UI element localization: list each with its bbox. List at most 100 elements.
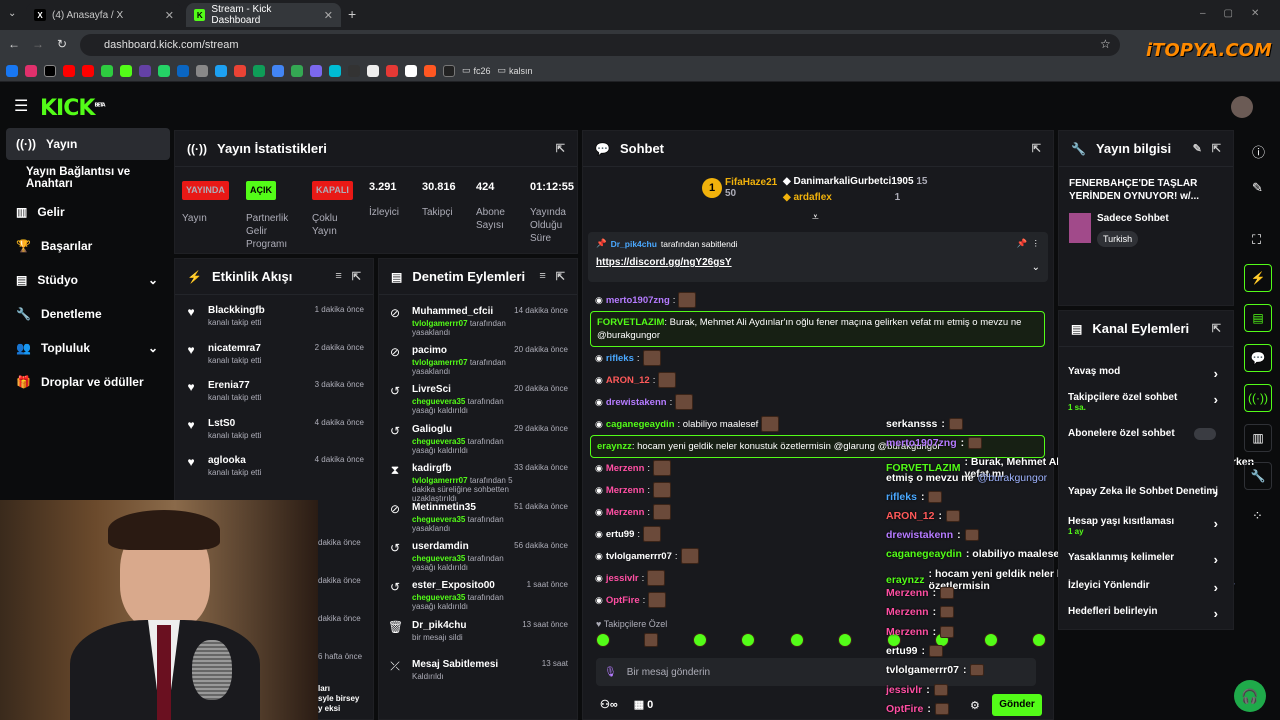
browser-tab-x[interactable]: X (4) Anasayfa / X ✕ xyxy=(26,3,182,27)
tab-search-icon[interactable]: ⌄ xyxy=(8,8,16,19)
moderation-row[interactable]: ↺ userdamdin cheguevera35 tarafından yasağ… xyxy=(388,541,568,577)
bookmark-folder-fc26[interactable]: ▭ fc26 xyxy=(462,65,491,76)
new-tab-icon[interactable]: + xyxy=(348,6,356,22)
chat-username[interactable]: eraynzz xyxy=(597,441,632,452)
chevron-down-icon[interactable]: ⌄ xyxy=(1032,262,1040,273)
sidebar-item-yayin[interactable]: ((·)) Yayın xyxy=(6,128,170,160)
browser-tab-kick[interactable]: K Stream - Kick Dashboard ✕ xyxy=(186,3,341,27)
quick-action-doc-icon[interactable]: ▤ xyxy=(1244,304,1272,332)
bookmark-youtube-icon[interactable] xyxy=(63,64,75,77)
moderation-row[interactable]: ↺ ester_Exposito00 cheguevera35 tarafından… xyxy=(388,580,568,616)
chat-username[interactable]: ertu99 xyxy=(606,529,635,540)
more-icon[interactable]: ⋮ xyxy=(1032,238,1041,249)
close-tab-icon[interactable]: ✕ xyxy=(324,9,333,22)
moderator-name[interactable]: cheguevera35 xyxy=(412,437,465,446)
bookmark-icon[interactable] xyxy=(367,64,379,77)
bookmark-icon[interactable] xyxy=(329,64,341,77)
menu-icon[interactable]: ☰ xyxy=(14,96,28,116)
bookmark-icon[interactable] xyxy=(272,64,284,77)
pinned-link[interactable]: https://discord.gg/ngY26gsY xyxy=(596,257,1040,268)
channel-action-item[interactable]: İzleyici Yönlendir › xyxy=(1068,580,1226,595)
moderation-row[interactable]: ⊘ Muhammed_cfcii tvlolgamerrr07 tarafından… xyxy=(388,306,568,342)
moderation-target[interactable]: kadirgfb xyxy=(412,463,522,474)
moderator-name[interactable]: cheguevera35 xyxy=(412,397,465,406)
channel-action-item[interactable]: Abonelere özel sohbet xyxy=(1068,428,1226,440)
chat-username[interactable]: FORVETLAZIM xyxy=(597,317,664,328)
activity-user[interactable]: Blackkingfb xyxy=(208,305,265,316)
emote-icon[interactable] xyxy=(692,633,707,647)
bookmark-star-icon[interactable]: ☆ xyxy=(1100,37,1111,51)
bookmark-folder-kalsin[interactable]: ▭ kalsın xyxy=(498,65,533,76)
sidebar-item-topluluk[interactable]: 👥 Topluluk ⌄ xyxy=(6,332,170,364)
collapse-icon[interactable]: ⩡ xyxy=(812,210,819,225)
avatar[interactable] xyxy=(1231,96,1253,118)
moderator-name[interactable]: tvlolgamerrr07 xyxy=(412,319,468,328)
bookmark-instagram-icon[interactable] xyxy=(25,64,37,77)
moderation-target[interactable]: ester_Exposito00 xyxy=(412,580,522,591)
quick-action-bolt-icon[interactable]: ⚡ xyxy=(1244,264,1272,292)
bookmark-icon[interactable] xyxy=(253,64,265,77)
moderation-target[interactable]: Mesaj Sabitlemesi xyxy=(412,659,522,670)
moderation-target[interactable]: userdamdin xyxy=(412,541,522,552)
gift-box-icon[interactable]: ▦ 0 xyxy=(634,698,654,711)
moderation-row[interactable]: ⊘ Metinmetin35 cheguevera35 tarafından yas… xyxy=(388,502,568,538)
popout-icon[interactable]: ⇱ xyxy=(556,270,565,283)
chat-username[interactable]: rifleks xyxy=(606,353,634,364)
chat-username[interactable]: Merzenn xyxy=(606,463,645,474)
chat-username[interactable]: merto1907zng xyxy=(606,295,670,306)
quick-action-broadcast-icon[interactable]: ((·)) xyxy=(1244,384,1272,412)
settings-icon[interactable]: ⚙ xyxy=(970,699,980,712)
quick-action-list-icon[interactable]: ▥ xyxy=(1244,424,1272,452)
emote-icon[interactable] xyxy=(644,633,659,647)
moderation-row[interactable]: ⤫ Mesaj Sabitlemesi Kaldırıldı 13 saat xyxy=(388,659,568,695)
moderation-row[interactable]: ⧗ kadirgfb tvlolgamerrr07 tarafından 5 dak… xyxy=(388,463,568,503)
moderation-target[interactable]: Galioglu xyxy=(412,424,522,435)
moderator-name[interactable]: cheguevera35 xyxy=(412,515,465,524)
activity-user[interactable]: aglooka xyxy=(208,455,261,466)
bookmark-youtube-icon[interactable] xyxy=(82,64,94,77)
emote-icon[interactable] xyxy=(1031,633,1046,647)
channel-action-item[interactable]: Hedefleri belirleyin › xyxy=(1068,606,1226,621)
moderator-name[interactable]: cheguevera35 xyxy=(412,554,465,563)
popout-icon[interactable]: ⇱ xyxy=(556,142,565,155)
channel-action-item[interactable]: Hesap yaşı kısıtlaması 1 ay › xyxy=(1068,516,1226,536)
chat-username[interactable]: ARON_12 xyxy=(606,375,650,386)
more-icon[interactable]: ⁘ xyxy=(1252,508,1263,524)
bookmark-icon[interactable] xyxy=(234,64,246,77)
category-link[interactable]: Sadece Sohbet xyxy=(1097,213,1169,224)
edit-icon[interactable]: ✎ xyxy=(1252,180,1263,196)
moderation-target[interactable]: pacimo xyxy=(412,345,522,356)
reload-icon[interactable]: ↻ xyxy=(57,37,67,51)
fullscreen-icon[interactable]: ⛶ xyxy=(1252,232,1261,248)
emote-icon[interactable] xyxy=(983,633,998,647)
bookmark-icon[interactable] xyxy=(101,64,113,77)
chat-username[interactable]: Merzenn xyxy=(606,507,645,518)
chat-username[interactable]: jessivlr xyxy=(606,573,639,584)
chat-username[interactable]: OptFire xyxy=(606,595,640,606)
chat-username[interactable]: drewistakenn xyxy=(606,397,667,408)
kick-logo[interactable]: KICKBETA xyxy=(40,96,106,121)
top-gifter-1[interactable]: FifaHaze21 50 xyxy=(725,177,777,199)
top-gifter-2[interactable]: ◆ DanimarkaliGurbetci1905 15 xyxy=(783,176,927,187)
window-controls[interactable]: –▢✕ xyxy=(1200,8,1277,19)
edit-icon[interactable]: ✎ xyxy=(1193,142,1202,155)
send-button[interactable]: Gönder xyxy=(992,694,1042,716)
sidebar-item-gelir[interactable]: ▥ Gelir xyxy=(6,196,170,228)
activity-user[interactable]: LstS0 xyxy=(208,418,261,429)
emote-icon[interactable] xyxy=(596,633,610,647)
moderation-row[interactable]: 🗑 Dr_pik4chu bir mesajı sildi 13 saat önce xyxy=(388,620,568,656)
bookmark-linkedin-icon[interactable] xyxy=(177,64,189,77)
bookmark-icon[interactable] xyxy=(443,64,455,77)
quick-action-chat-icon[interactable]: 💬 xyxy=(1244,344,1272,372)
bookmark-icon[interactable] xyxy=(310,64,322,77)
bookmark-icon[interactable] xyxy=(196,64,208,77)
moderation-target[interactable]: Dr_pik4chu xyxy=(412,620,522,631)
channel-action-item[interactable]: Yapay Zeka ile Sohbet Denetimi › xyxy=(1068,486,1226,501)
chat-username[interactable]: caganegeaydin xyxy=(606,419,675,430)
moderator-name[interactable]: tvlolgamerrr07 xyxy=(412,358,468,367)
toggle-switch[interactable] xyxy=(1194,428,1216,440)
url-field[interactable]: dashboard.kick.com/stream xyxy=(80,34,1120,56)
moderation-target[interactable]: Muhammed_cfcii xyxy=(412,306,522,317)
filter-icon[interactable]: ≡ xyxy=(335,270,341,283)
emote-icon[interactable] xyxy=(741,633,756,647)
